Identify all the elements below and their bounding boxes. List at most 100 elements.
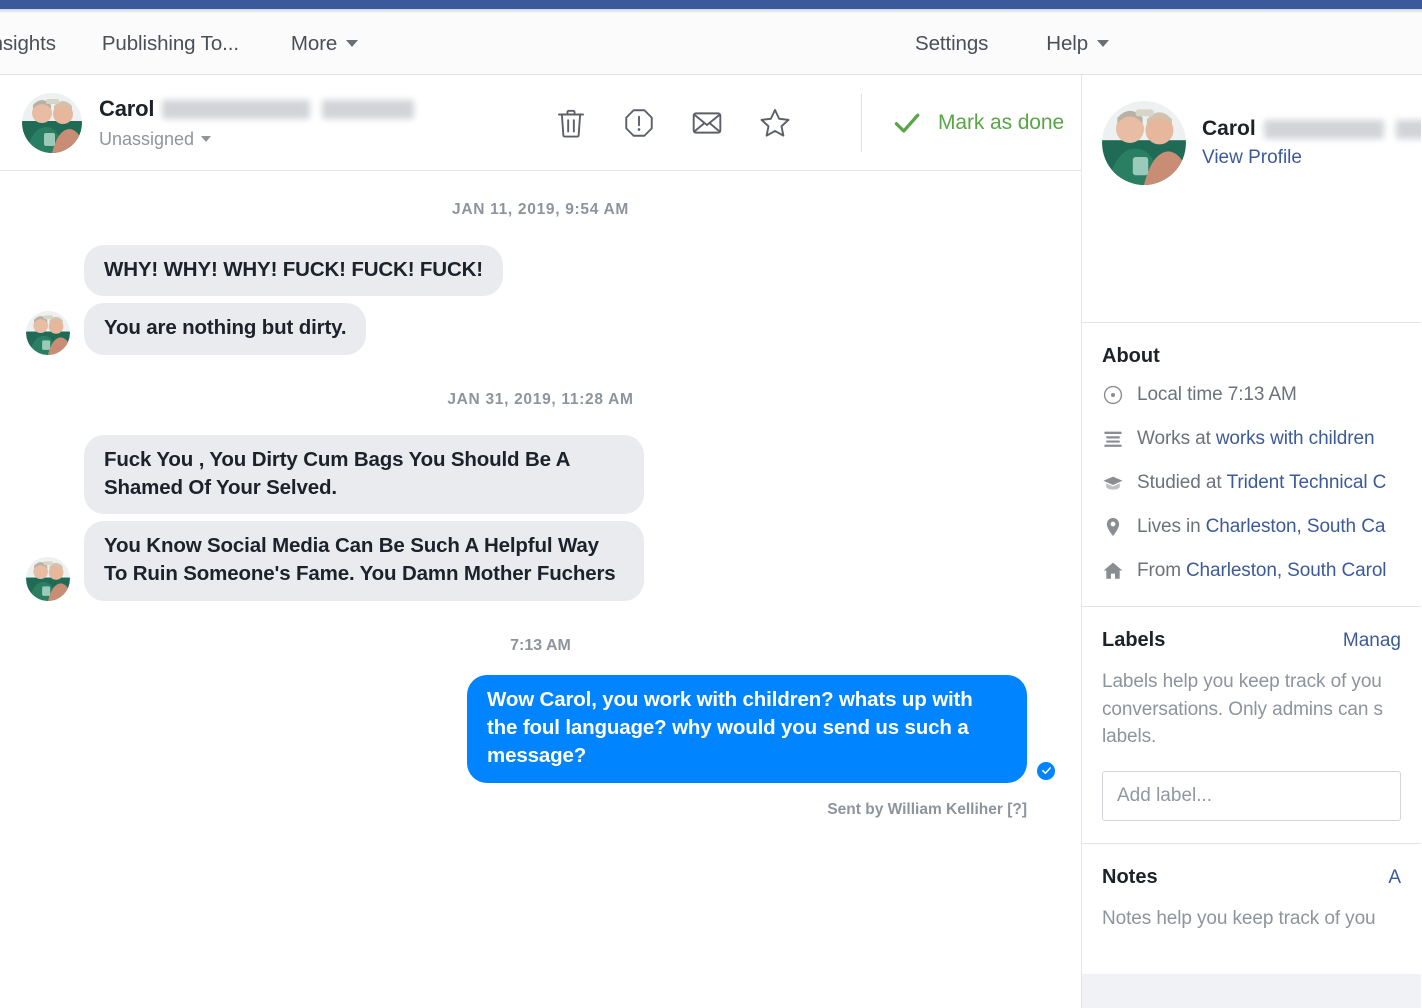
profile-identity-card: Carol View Profile (1082, 75, 1421, 323)
about-title: About (1102, 345, 1160, 367)
about-row-from: From Charleston, South Carol (1102, 560, 1401, 582)
assignee-dropdown[interactable]: Unassigned (99, 129, 414, 150)
about-row-local-time: Local time 7:13 AM (1102, 384, 1401, 406)
about-works-at-link[interactable]: works with children (1216, 428, 1375, 450)
chevron-down-icon (1097, 39, 1110, 47)
message-group-incoming: WHY! WHY! WHY! FUCK! FUCK! FUCK! You are… (26, 245, 1055, 355)
profile-about-card: About Local time 7:13 AM Works at works … (1082, 323, 1421, 607)
action-divider (861, 93, 862, 152)
profile-labels-card: Labels Manag Labels help you keep track … (1082, 607, 1421, 844)
avatar (26, 310, 70, 355)
conversation-title-group: Carol Unassigned (99, 95, 415, 150)
profile-identity-row: Carol View Profile (1102, 101, 1421, 185)
about-works-at-label: Works at (1137, 428, 1211, 449)
redaction-block (1395, 119, 1421, 139)
message-thread[interactable]: JAN 11, 2019, 9:54 AM WHY! WHY! WHY! FUC… (0, 171, 1081, 1008)
briefcase-icon (1102, 428, 1124, 450)
about-lives-in-label: Lives in (1137, 516, 1201, 537)
profile-notes-card: Notes A Notes help you keep track of you (1082, 843, 1421, 975)
assignee-label: Unassigned (99, 129, 195, 149)
nav-item-insights-label: Insights (0, 31, 56, 55)
notes-title: Notes (1102, 865, 1158, 888)
about-row-lives-in: Lives in Charleston, South Ca (1102, 516, 1401, 538)
graduation-cap-icon (1102, 472, 1124, 494)
page-navigation-bar: Insights Publishing To... More Settings … (0, 13, 1422, 75)
nav-right-group: Settings Help (915, 31, 1110, 56)
nav-item-settings[interactable]: Settings (915, 32, 988, 56)
nav-item-publishing-tools[interactable]: Publishing To... (102, 32, 239, 56)
add-note-link[interactable]: A (1388, 867, 1401, 889)
delete-icon[interactable] (545, 97, 597, 149)
avatar (22, 92, 82, 153)
contact-name-redacted (162, 99, 415, 119)
about-row-works-at: Works at works with children (1102, 428, 1401, 450)
notes-section-header: Notes A (1102, 866, 1401, 889)
about-section-header: About (1102, 345, 1401, 368)
message-bubble[interactable]: You Know Social Media Can Be Such A Help… (84, 521, 644, 601)
mark-unread-icon[interactable] (681, 97, 733, 149)
redaction-block (162, 99, 311, 119)
about-studied-at-label: Studied at (1137, 472, 1222, 493)
message-group-incoming: Fuck You , You Dirty Cum Bags You Should… (26, 434, 1055, 601)
about-row-studied-at: Studied at Trident Technical C (1102, 472, 1401, 494)
nav-item-settings-label: Settings (915, 31, 989, 55)
conversation-panel: Carol Unassigned Mark as done JAN 11, 20… (0, 75, 1082, 1008)
conversation-action-bar: Mark as done (545, 75, 1064, 170)
mark-as-done-label: Mark as done (938, 110, 1065, 134)
redaction-block (1263, 119, 1384, 139)
location-pin-icon (1102, 516, 1124, 538)
nav-item-publishing-tools-label: Publishing To... (101, 31, 239, 55)
message-bubble[interactable]: Wow Carol, you work with children? whats… (467, 674, 1027, 783)
star-icon[interactable] (749, 97, 801, 149)
nav-item-insights[interactable]: Insights (0, 32, 56, 56)
conversation-header: Carol Unassigned Mark as done (0, 75, 1081, 171)
nav-item-more[interactable]: More (290, 31, 359, 56)
chevron-down-icon (346, 39, 359, 47)
message-bubble-stack: Fuck You , You Dirty Cum Bags You Should… (84, 434, 644, 601)
message-bubble[interactable]: You are nothing but dirty. (84, 303, 367, 355)
mark-as-done-button[interactable]: Mark as done (892, 108, 1064, 138)
manage-labels-link[interactable]: Manag (1343, 630, 1401, 652)
sent-by-label: Sent by William Kelliher [?] (827, 800, 1027, 818)
avatar (26, 556, 70, 601)
avatar (1102, 101, 1186, 185)
add-label-input[interactable] (1102, 770, 1401, 821)
nav-item-help-label: Help (1046, 31, 1089, 55)
delivered-check-icon (1037, 761, 1055, 780)
about-studied-at-link[interactable]: Trident Technical C (1227, 472, 1387, 494)
nav-left-group: Insights Publishing To... More (0, 31, 359, 56)
outgoing-bubble-row: Wow Carol, you work with children? whats… (467, 674, 1055, 783)
thread-timestamp: JAN 11, 2019, 9:54 AM (452, 201, 629, 218)
workspace: Carol Unassigned Mark as done JAN 11, 20… (0, 75, 1422, 1008)
about-from-link[interactable]: Charleston, South Carol (1186, 560, 1387, 582)
home-icon (1102, 560, 1124, 582)
about-local-time-text: Local time 7:13 AM (1137, 384, 1297, 405)
nav-item-help[interactable]: Help (1046, 31, 1110, 56)
contact-name: Carol (99, 96, 155, 121)
notes-helper-text: Notes help you keep track of you (1102, 907, 1376, 929)
profile-sidebar: Carol View Profile About Local time 7:13… (1082, 75, 1421, 1008)
profile-name-redacted (1263, 119, 1421, 139)
message-avatar-slot (26, 310, 70, 355)
profile-name-row: Carol (1202, 117, 1421, 141)
about-from-label: From (1137, 560, 1181, 581)
thread-timestamp: 7:13 AM (510, 636, 571, 654)
message-bubble[interactable]: WHY! WHY! WHY! FUCK! FUCK! FUCK! (84, 245, 503, 297)
chevron-down-icon (201, 135, 212, 142)
nav-item-more-label: More (290, 31, 338, 55)
about-lives-in-link[interactable]: Charleston, South Ca (1206, 516, 1386, 538)
view-profile-link[interactable]: View Profile (1202, 147, 1401, 169)
profile-identity-text: Carol View Profile (1202, 117, 1421, 169)
spam-icon[interactable] (613, 97, 665, 149)
clock-icon (1102, 384, 1124, 406)
check-icon (894, 113, 920, 133)
labels-section-header: Labels Manag (1102, 629, 1401, 652)
profile-name: Carol (1202, 117, 1256, 140)
labels-title: Labels (1102, 629, 1166, 651)
facebook-chrome-bar (0, 0, 1422, 9)
message-bubble[interactable]: Fuck You , You Dirty Cum Bags You Should… (84, 434, 644, 515)
labels-helper-text: Labels help you keep track of you conver… (1102, 671, 1383, 748)
message-group-outgoing: Wow Carol, you work with children? whats… (26, 674, 1055, 783)
conversation-name-row: Carol (99, 95, 415, 123)
message-bubble-stack: WHY! WHY! WHY! FUCK! FUCK! FUCK! You are… (84, 245, 503, 355)
